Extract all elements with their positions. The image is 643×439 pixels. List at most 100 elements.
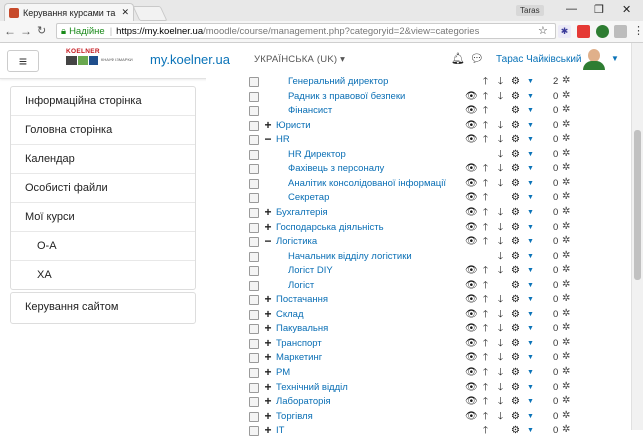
arrow-down-icon[interactable]: 🡓 [495, 162, 506, 175]
arrow-up-icon[interactable]: 🡑 [480, 337, 491, 350]
arrow-up-icon[interactable]: 🡑 [480, 235, 491, 248]
arrow-down-icon[interactable]: 🡓 [495, 148, 506, 161]
eye-icon[interactable]: 👁︎ [465, 337, 478, 350]
chevron-down-icon[interactable]: ▼ [525, 235, 536, 248]
chevron-down-icon[interactable]: ▼ [525, 351, 536, 364]
gear-icon[interactable]: ⚙ [510, 119, 521, 132]
category-checkbox[interactable] [249, 120, 259, 131]
expand-icon[interactable]: + [263, 118, 273, 132]
expand-icon[interactable]: + [263, 205, 273, 219]
category-name-link[interactable]: Секретар [288, 192, 329, 203]
gear-icon[interactable]: ⚙ [510, 337, 521, 350]
chevron-down-icon[interactable]: ▼ [525, 366, 536, 379]
gear-icon[interactable]: ⚙ [510, 133, 521, 146]
eye-icon[interactable]: 👁︎ [465, 206, 478, 219]
category-name-link[interactable]: Фахівець з персоналу [288, 163, 384, 174]
chevron-down-icon[interactable]: ▼ [525, 90, 536, 103]
category-name-link[interactable]: Лабораторія [276, 396, 331, 407]
gear-icon[interactable]: ⚙ [510, 75, 521, 88]
eye-icon[interactable]: 👁︎ [465, 133, 478, 146]
chevron-down-icon[interactable]: ▼ [525, 148, 536, 161]
arrow-down-icon[interactable]: 🡓 [495, 75, 506, 88]
category-name-link[interactable]: Генеральний директор [288, 76, 388, 87]
nav-item-course[interactable]: ХА [11, 261, 195, 289]
chevron-down-icon[interactable]: ▼ [525, 293, 536, 306]
language-menu[interactable]: УКРАЇНСЬКА (UK) ▾ [254, 54, 345, 65]
address-bar[interactable]: 🔒︎ Надійне | https://my.koelner.ua /mood… [56, 23, 556, 39]
extension-icon[interactable] [614, 25, 627, 38]
arrow-down-icon[interactable]: 🡓 [495, 221, 506, 234]
arrow-down-icon[interactable]: 🡓 [495, 235, 506, 248]
eye-icon[interactable]: 👁︎ [465, 235, 478, 248]
gear-icon[interactable]: ⚙ [510, 322, 521, 335]
expand-icon[interactable]: + [263, 394, 273, 408]
gear-icon[interactable]: ⚙ [510, 177, 521, 190]
gear-icon[interactable]: ⚙ [510, 308, 521, 321]
expand-icon[interactable]: + [263, 409, 273, 423]
category-name-link[interactable]: Юристи [276, 120, 311, 131]
arrow-down-icon[interactable]: 🡓 [495, 366, 506, 379]
category-checkbox[interactable] [249, 237, 259, 248]
gear-icon[interactable]: ⚙ [510, 264, 521, 277]
tab-close-icon[interactable]: ✕ [121, 7, 129, 18]
chevron-down-icon[interactable]: ▼ [525, 206, 536, 219]
category-checkbox[interactable] [249, 266, 259, 277]
category-name-link[interactable]: Фінансист [288, 105, 332, 116]
chevron-down-icon[interactable]: ▼ [611, 54, 619, 63]
category-checkbox[interactable] [249, 309, 259, 320]
expand-icon[interactable]: + [263, 321, 273, 335]
arrow-down-icon[interactable]: 🡓 [495, 177, 506, 190]
chevron-down-icon[interactable]: ▼ [525, 177, 536, 190]
eye-icon[interactable]: 👁︎ [465, 366, 478, 379]
arrow-up-icon[interactable]: 🡑 [480, 410, 491, 423]
eye-icon[interactable]: 👁︎ [465, 322, 478, 335]
category-checkbox[interactable] [249, 106, 259, 117]
gear-icon[interactable]: ⚙ [510, 351, 521, 364]
arrow-down-icon[interactable]: 🡓 [495, 133, 506, 146]
category-name-link[interactable]: Транспорт [276, 338, 322, 349]
category-checkbox[interactable] [249, 222, 259, 233]
nav-item-private-files[interactable]: Особисті файли [11, 174, 195, 203]
browser-tab[interactable]: Керування курсами та к ✕ [4, 3, 134, 21]
expand-icon[interactable]: + [263, 336, 273, 350]
nav-item-site-admin[interactable]: Керування сайтом [11, 293, 195, 321]
eye-icon[interactable]: 👁︎ [465, 119, 478, 132]
expand-icon[interactable]: + [263, 423, 273, 437]
eye-icon[interactable]: 👁︎ [465, 162, 478, 175]
category-checkbox[interactable] [249, 411, 259, 422]
chevron-down-icon[interactable]: ▼ [525, 308, 536, 321]
arrow-down-icon[interactable]: 🡓 [495, 293, 506, 306]
category-name-link[interactable]: Технічний відділ [276, 382, 348, 393]
chevron-down-icon[interactable]: ▼ [525, 191, 536, 204]
category-checkbox[interactable] [249, 207, 259, 218]
eye-icon[interactable]: 👁︎ [465, 381, 478, 394]
arrow-up-icon[interactable]: 🡑 [480, 90, 491, 103]
category-name-link[interactable]: Логістика [276, 236, 317, 247]
arrow-down-icon[interactable]: 🡓 [495, 351, 506, 364]
category-name-link[interactable]: Бухгалтерія [276, 207, 328, 218]
eye-icon[interactable]: 👁︎ [465, 90, 478, 103]
gear-icon[interactable]: ⚙ [510, 148, 521, 161]
expand-icon[interactable]: + [263, 292, 273, 306]
category-checkbox[interactable] [249, 135, 259, 146]
chevron-down-icon[interactable]: ▼ [525, 104, 536, 117]
nav-item-info-page[interactable]: Інформаційна сторінка [11, 87, 195, 116]
reload-icon[interactable]: ↻ [37, 24, 46, 37]
chevron-down-icon[interactable]: ▼ [525, 381, 536, 394]
extension-icon[interactable]: ✱ [558, 25, 571, 38]
profile-chip[interactable]: Taras [516, 5, 544, 16]
chevron-down-icon[interactable]: ▼ [525, 221, 536, 234]
gear-icon[interactable]: ⚙ [510, 250, 521, 263]
chevron-down-icon[interactable]: ▼ [525, 250, 536, 263]
eye-icon[interactable]: 👁︎ [465, 221, 478, 234]
gear-icon[interactable]: ⚙ [510, 235, 521, 248]
category-name-link[interactable]: Радник з правової безпеки [288, 91, 405, 102]
category-checkbox[interactable] [249, 149, 259, 160]
arrow-up-icon[interactable]: 🡑 [480, 322, 491, 335]
chevron-down-icon[interactable]: ▼ [525, 424, 536, 437]
arrow-up-icon[interactable]: 🡑 [480, 221, 491, 234]
eye-icon[interactable]: 👁︎ [465, 351, 478, 364]
nav-item-home[interactable]: Головна сторінка [11, 116, 195, 145]
maximize-icon[interactable]: ❐ [594, 3, 604, 16]
forward-icon[interactable]: → [20, 24, 32, 38]
